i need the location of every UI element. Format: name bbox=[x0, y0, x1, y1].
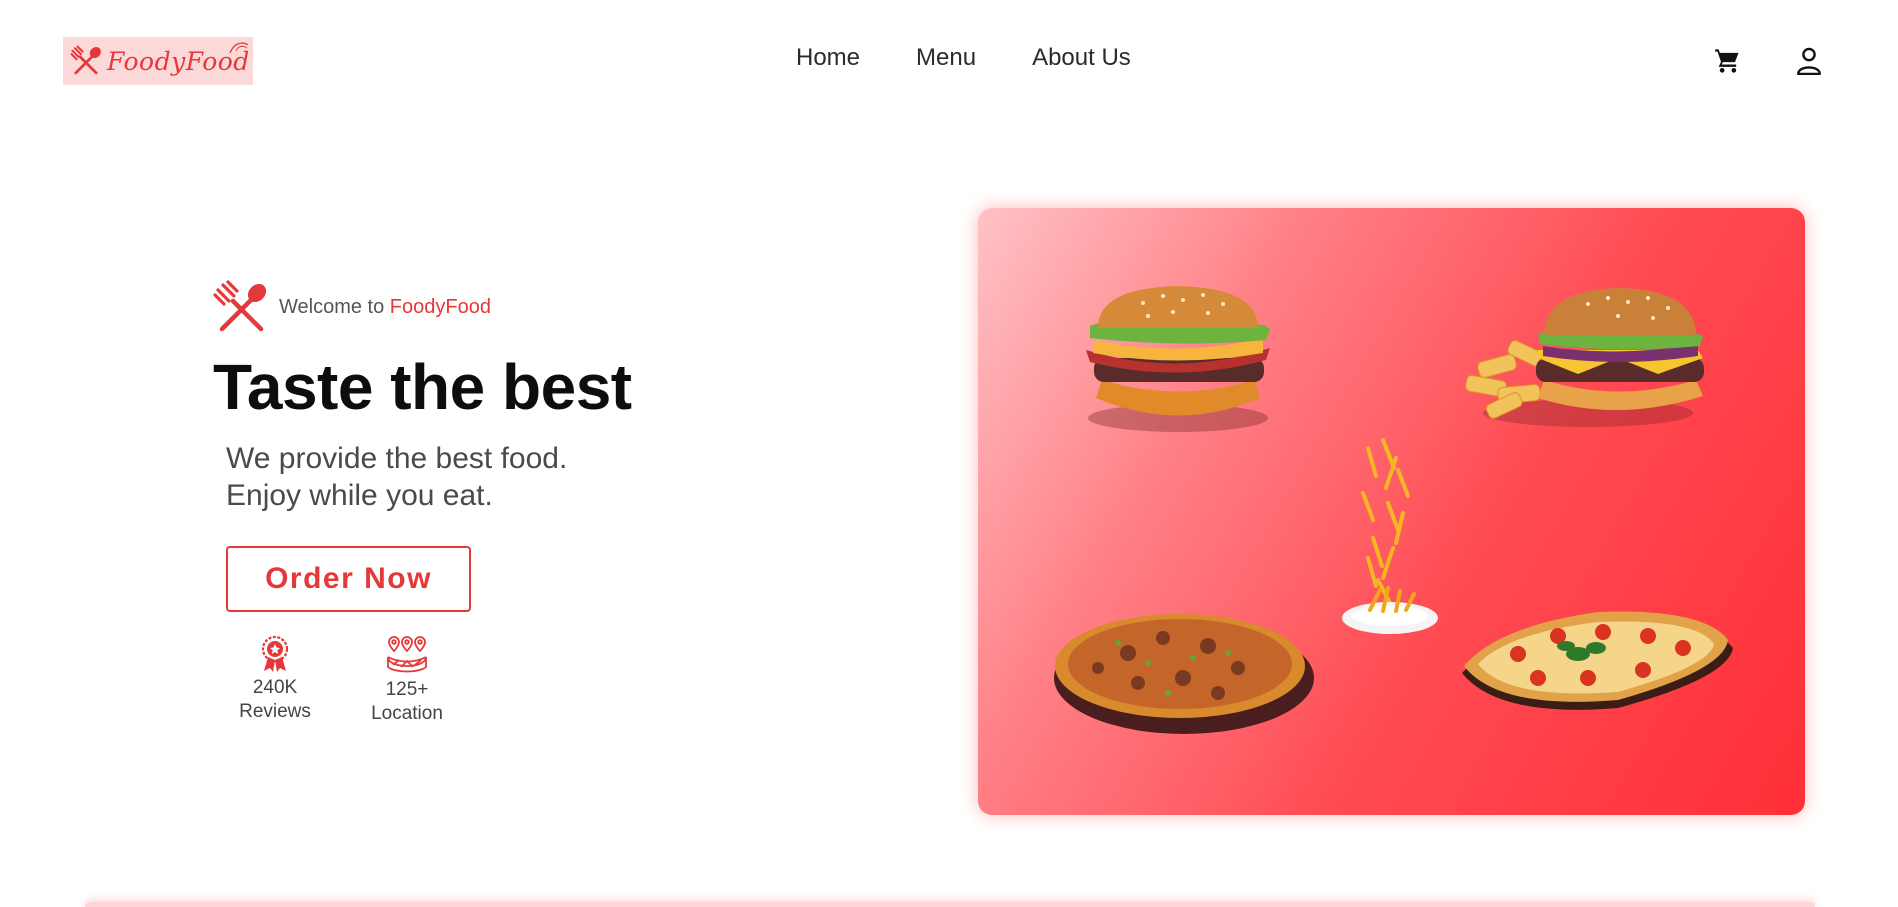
award-ribbon-icon bbox=[261, 635, 289, 672]
hero-subtitle-line-2: Enjoy while you eat. bbox=[226, 479, 493, 512]
hero-subtitle-line-1: We provide the best food. bbox=[226, 442, 568, 475]
welcome-line: Welcome to FoodyFood bbox=[213, 280, 491, 334]
location-map-icon bbox=[387, 636, 427, 673]
user-account-button[interactable] bbox=[1792, 44, 1826, 78]
fork-spoon-icon bbox=[213, 280, 267, 332]
hero-food-image bbox=[978, 208, 1805, 815]
nav-home-link[interactable]: Home bbox=[796, 44, 860, 72]
site-header: FoodyFood Home Menu About Us bbox=[0, 0, 1898, 125]
stat-location-value: 125+ bbox=[385, 679, 429, 700]
decorative-swirl-icon bbox=[229, 42, 249, 54]
hero-title: Taste the best bbox=[213, 351, 632, 423]
burger-fries-image bbox=[1465, 288, 1704, 427]
pizza-image bbox=[1054, 614, 1314, 734]
margherita-pizza-image bbox=[1462, 611, 1733, 710]
main-nav: Home Menu About Us bbox=[796, 44, 1131, 72]
stat-reviews-label: Reviews bbox=[239, 701, 311, 722]
stat-reviews-value: 240K bbox=[252, 677, 298, 698]
cart-button[interactable] bbox=[1711, 44, 1745, 78]
hero-subtitle: We provide the best food. Enjoy while yo… bbox=[226, 440, 567, 514]
welcome-brand: FoodyFood bbox=[389, 295, 491, 318]
welcome-prefix: Welcome to bbox=[279, 295, 390, 318]
logo[interactable]: FoodyFood bbox=[63, 37, 253, 85]
user-icon bbox=[1797, 47, 1821, 75]
fork-spoon-icon bbox=[70, 45, 101, 75]
food-illustration bbox=[1054, 286, 1733, 734]
welcome-text: Welcome to FoodyFood bbox=[279, 296, 491, 319]
stat-reviews: 240K Reviews bbox=[220, 635, 330, 724]
nav-menu-link[interactable]: Menu bbox=[916, 44, 976, 72]
falling-fries-image bbox=[1342, 438, 1438, 634]
stat-location-label: Location bbox=[371, 703, 443, 724]
cart-icon bbox=[1715, 49, 1739, 73]
nav-about-link[interactable]: About Us bbox=[1032, 44, 1131, 72]
burger-image bbox=[1086, 286, 1270, 432]
stat-location: 125+ Location bbox=[352, 635, 462, 726]
order-now-button[interactable]: Order Now bbox=[226, 546, 471, 612]
section-divider bbox=[85, 902, 1815, 907]
